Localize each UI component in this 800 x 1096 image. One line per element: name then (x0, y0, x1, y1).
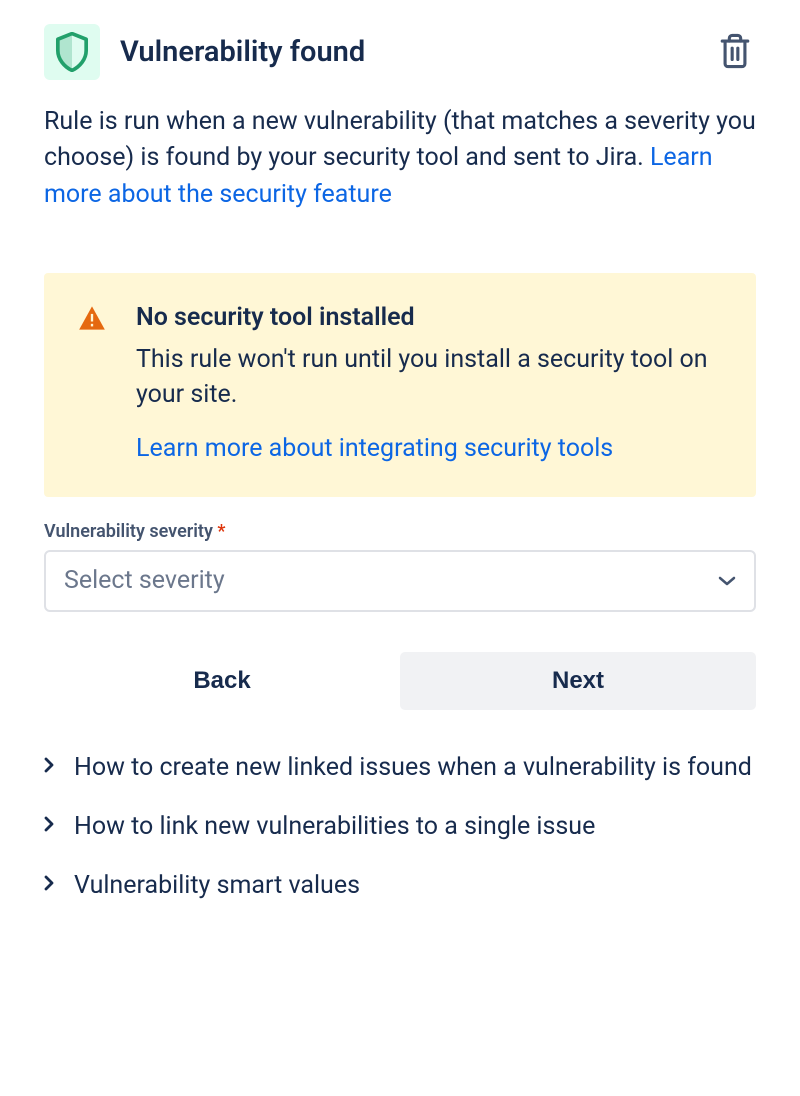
chevron-right-icon (44, 816, 54, 832)
warning-panel: No security tool installed This rule won… (44, 273, 756, 497)
help-item[interactable]: How to create new linked issues when a v… (44, 738, 756, 797)
panel-header: Vulnerability found (44, 24, 756, 80)
delete-button[interactable] (714, 28, 756, 77)
back-button[interactable]: Back (44, 652, 400, 710)
severity-label-text: Vulnerability severity (44, 521, 213, 542)
shield-icon (55, 32, 89, 72)
severity-field-label: Vulnerability severity * (44, 521, 756, 542)
help-item[interactable]: Vulnerability smart values (44, 856, 756, 915)
warning-content: No security tool installed This rule won… (136, 303, 722, 463)
panel-title: Vulnerability found (120, 35, 694, 69)
panel-description: Rule is run when a new vulnerability (th… (44, 104, 756, 213)
severity-placeholder: Select severity (64, 566, 225, 595)
learn-more-integrating-link[interactable]: Learn more about integrating security to… (136, 434, 613, 463)
required-marker: * (217, 521, 225, 542)
help-item-text: How to create new linked issues when a v… (74, 750, 752, 785)
help-list: How to create new linked issues when a v… (44, 738, 756, 915)
warning-title: No security tool installed (136, 303, 722, 332)
warning-icon (78, 305, 106, 463)
chevron-right-icon (44, 875, 54, 891)
help-item[interactable]: How to link new vulnerabilities to a sin… (44, 797, 756, 856)
chevron-right-icon (44, 757, 54, 773)
next-button[interactable]: Next (400, 652, 756, 710)
help-item-text: Vulnerability smart values (74, 868, 360, 903)
button-row: Back Next (44, 652, 756, 710)
help-item-text: How to link new vulnerabilities to a sin… (74, 809, 595, 844)
chevron-down-icon (718, 575, 736, 587)
trash-icon (718, 32, 752, 70)
warning-text: This rule won't run until you install a … (136, 342, 722, 412)
severity-select[interactable]: Select severity (44, 550, 756, 612)
shield-icon-box (44, 24, 100, 80)
